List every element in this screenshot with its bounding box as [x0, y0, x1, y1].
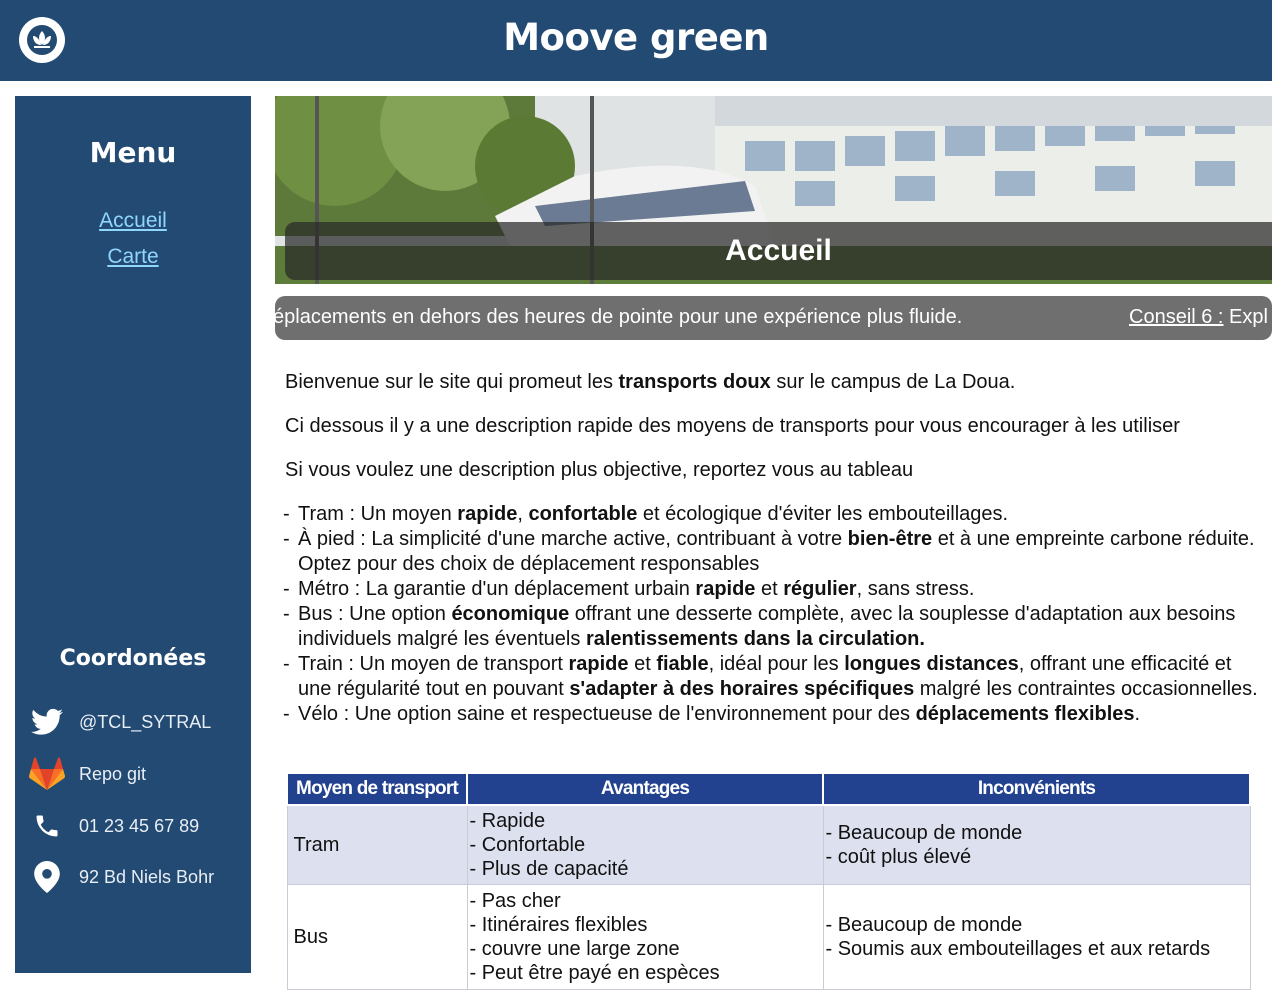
pros-cell: Pas cherItinéraires flexiblescouvre une …: [466, 884, 824, 990]
tips-ticker: éplacements en dehors des heures de poin…: [275, 296, 1272, 340]
intro-paragraph: Bienvenue sur le site qui promeut les tr…: [285, 371, 1016, 393]
mode-item: Tram : Un moyen rapide, confortable et é…: [283, 502, 1260, 527]
menu-title: Menu: [89, 136, 177, 169]
column-header-pros: Avantages: [466, 772, 824, 806]
mode-item: À pied : La simplicité d'une marche acti…: [283, 527, 1260, 577]
nav-link-accueil[interactable]: Accueil: [15, 209, 251, 233]
ticker-next-text: Expl: [1223, 306, 1268, 328]
phone-icon: [29, 808, 65, 844]
contact-label: Repo git: [79, 763, 147, 784]
mode-cell: Bus: [286, 884, 468, 990]
banner-caption: Accueil: [285, 222, 1272, 280]
contact-label: @TCL_SYTRAL: [79, 711, 212, 732]
contact-phone[interactable]: 01 23 45 67 89: [29, 808, 199, 844]
pros-item: Plus de capacité: [470, 857, 817, 881]
twitter-icon: [29, 704, 65, 740]
contact-label: 92 Bd Niels Bohr: [79, 866, 215, 887]
mode-item: Vélo : Une option saine et respectueuse …: [283, 702, 1260, 727]
mode-item: Bus : Une option économique offrant une …: [283, 602, 1260, 652]
cons-item: Beaucoup de monde: [826, 821, 1244, 845]
pros-item: couvre une large zone: [470, 937, 817, 961]
main-content: Bienvenue sur le site qui promeut les tr…: [283, 370, 1260, 727]
transport-modes-list: Tram : Un moyen rapide, confortable et é…: [283, 502, 1260, 727]
intro-paragraph: Ci dessous il y a une description rapide…: [285, 415, 1180, 437]
contacts-title: Coordonées: [59, 646, 207, 671]
contact-address[interactable]: 92 Bd Niels Bohr: [29, 859, 214, 895]
map-pin-icon: [29, 859, 65, 895]
sidebar: Menu Accueil Carte Coordonées @TCL_SYTRA…: [15, 96, 251, 973]
ticker-next: Conseil 6 : Expl: [1129, 306, 1268, 329]
hero-banner: Accueil: [275, 96, 1272, 284]
table-row: TramRapideConfortablePlus de capacitéBea…: [286, 804, 1251, 885]
cons-cell: Beaucoup de mondeSoumis aux embouteillag…: [822, 884, 1251, 990]
cons-item: Soumis aux embouteillages et aux retards: [826, 937, 1244, 961]
site-title: Moove green: [503, 16, 769, 59]
pros-item: Itinéraires flexibles: [470, 913, 817, 937]
pros-item: Peut être payé en espèces: [470, 961, 817, 985]
mode-cell: Tram: [286, 804, 468, 885]
contact-gitlab[interactable]: Repo git: [29, 756, 146, 792]
mode-item: Métro : La garantie d'un déplacement urb…: [283, 577, 1260, 602]
pros-cell: RapideConfortablePlus de capacité: [466, 804, 824, 885]
mode-item: Train : Un moyen de transport rapide et …: [283, 652, 1260, 702]
pros-item: Confortable: [470, 833, 817, 857]
cons-item: Beaucoup de monde: [826, 913, 1244, 937]
intro-paragraph: Si vous voulez une description plus obje…: [285, 459, 914, 481]
contact-twitter[interactable]: @TCL_SYTRAL: [29, 704, 211, 740]
contact-label: 01 23 45 67 89: [79, 815, 200, 836]
cons-cell: Beaucoup de mondecoût plus élevé: [822, 804, 1251, 885]
site-header: Moove green: [0, 0, 1272, 81]
gitlab-icon: [29, 756, 65, 792]
column-header-cons: Inconvénients: [822, 772, 1251, 806]
cons-item: coût plus élevé: [826, 845, 1244, 869]
pros-item: Pas cher: [470, 889, 817, 913]
nav-link-carte[interactable]: Carte: [15, 245, 251, 269]
column-header-mode: Moyen de transport: [286, 772, 468, 806]
table-row: BusPas cherItinéraires flexiblescouvre u…: [286, 884, 1251, 990]
pros-item: Rapide: [470, 809, 817, 833]
ticker-next-label: Conseil 6 :: [1129, 306, 1224, 328]
transport-table: Moyen de transport Avantages Inconvénien…: [286, 772, 1251, 990]
ticker-text: éplacements en dehors des heures de poin…: [275, 306, 963, 328]
